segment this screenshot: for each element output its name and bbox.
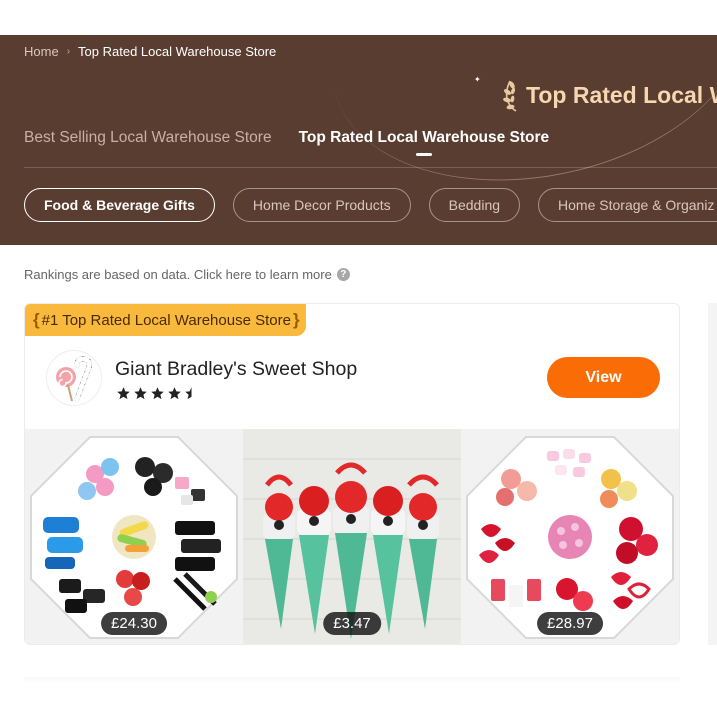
product-price: £24.30 <box>101 612 167 635</box>
ranking-tabs: Best Selling Local Warehouse Store Top R… <box>24 129 576 156</box>
chip-food-beverage-gifts[interactable]: Food & Beverage Gifts <box>24 188 215 222</box>
candy-logo-icon <box>56 356 92 402</box>
sparkle-icon: ✦ <box>474 75 481 84</box>
star-icon <box>134 387 147 400</box>
tab-label: Top Rated Local Warehouse Store <box>298 129 550 146</box>
divider <box>24 167 717 168</box>
shop-name[interactable]: Giant Bradley's Sweet Shop <box>115 358 357 381</box>
chip-bedding[interactable]: Bedding <box>428 188 521 222</box>
next-card-edge <box>708 303 717 645</box>
star-icon <box>117 387 130 400</box>
view-store-button[interactable]: View <box>547 357 660 398</box>
laurel-icon <box>503 80 517 112</box>
tab-top-rated[interactable]: Top Rated Local Warehouse Store <box>298 129 550 156</box>
product-card[interactable]: £24.30 <box>25 429 243 644</box>
chip-home-decor-products[interactable]: Home Decor Products <box>232 188 411 222</box>
tab-label: Best Selling Local Warehouse Store <box>24 129 272 146</box>
rankings-note-text: Rankings are based on data. Click here t… <box>24 267 332 282</box>
star-half-icon <box>185 387 192 400</box>
breadcrumb: Home › Top Rated Local Warehouse Store <box>24 44 276 59</box>
product-card[interactable]: £3.47 <box>243 429 461 644</box>
chevron-right-icon: › <box>66 46 71 57</box>
laurel-left-icon: { <box>33 310 40 329</box>
page-title: Top Rated Local W <box>500 77 717 113</box>
product-card[interactable]: £28.97 <box>461 429 679 644</box>
ranking-header: ✦ Home › Top Rated Local Warehouse Store… <box>0 35 717 245</box>
breadcrumb-home-link[interactable]: Home <box>24 44 59 59</box>
product-price: £28.97 <box>537 612 603 635</box>
laurel-right-icon: } <box>292 310 300 329</box>
rank-label: #1 Top Rated Local Warehouse Store <box>41 311 291 329</box>
chip-home-storage[interactable]: Home Storage & Organiz <box>538 188 717 222</box>
divider <box>24 677 680 683</box>
help-icon[interactable]: ? <box>336 268 350 281</box>
star-icon <box>151 387 164 400</box>
breadcrumb-current: Top Rated Local Warehouse Store <box>78 44 277 59</box>
tab-best-selling[interactable]: Best Selling Local Warehouse Store <box>24 129 272 147</box>
rankings-note[interactable]: Rankings are based on data. Click here t… <box>24 267 350 282</box>
store-card: { #1 Top Rated Local Warehouse Store } G… <box>24 303 680 645</box>
star-rating <box>116 386 201 401</box>
star-icon <box>168 387 181 400</box>
hero-title-text: Top Rated Local W <box>526 81 717 108</box>
rank-badge: { #1 Top Rated Local Warehouse Store } <box>25 304 306 336</box>
product-price: £3.47 <box>323 612 381 635</box>
shop-logo[interactable] <box>46 350 102 406</box>
active-tab-indicator <box>415 153 432 156</box>
category-chips: Food & Beverage Gifts Home Decor Product… <box>24 188 717 222</box>
